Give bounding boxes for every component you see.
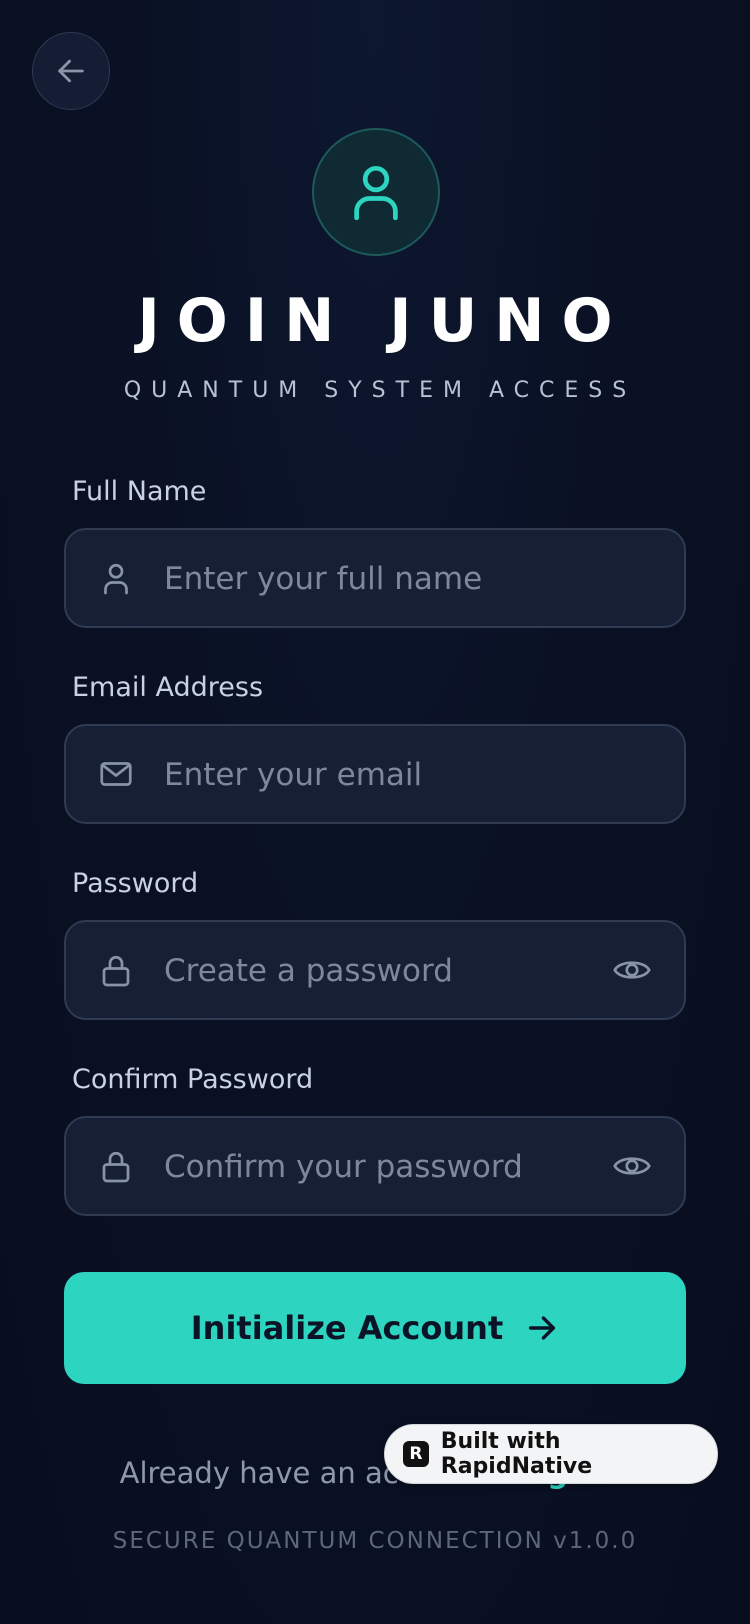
full-name-input[interactable] (162, 530, 606, 628)
lock-icon (102, 955, 130, 987)
confirm-password-field[interactable] (64, 1116, 686, 1216)
page-title: JOIN JUNO (137, 286, 630, 356)
user-icon (354, 165, 398, 220)
full-name-label: Full Name (72, 476, 207, 507)
confirm-password-input[interactable] (162, 1118, 606, 1216)
lock-icon (102, 1151, 130, 1183)
email-input[interactable] (162, 726, 606, 824)
user-icon (104, 563, 128, 595)
email-label: Email Address (72, 672, 264, 703)
full-name-field[interactable] (64, 528, 686, 628)
back-button[interactable] (32, 32, 110, 110)
rapidnative-logo-icon: R (403, 1441, 429, 1467)
page-subtitle: QUANTUM SYSTEM ACCESS (123, 378, 637, 403)
password-input[interactable] (162, 922, 606, 1020)
mail-icon (100, 762, 132, 786)
badge-label: Built with RapidNative (440, 1429, 593, 1479)
arrow-right-icon (529, 1316, 556, 1340)
avatar (312, 128, 440, 256)
signin-prompt: Already have an acc (119, 1456, 415, 1490)
eye-icon[interactable] (612, 952, 652, 988)
initialize-account-button[interactable]: Initialize Account (64, 1272, 686, 1384)
eye-icon[interactable] (612, 1148, 652, 1184)
email-field[interactable] (64, 724, 686, 824)
version-footer: SECURE QUANTUM CONNECTION v1.0.0 (112, 1528, 638, 1554)
built-with-badge[interactable]: R Built with RapidNative (384, 1424, 718, 1484)
password-field[interactable] (64, 920, 686, 1020)
arrow-left-icon (58, 59, 84, 83)
initialize-account-label: Initialize Account (190, 1309, 504, 1347)
confirm-password-label: Confirm Password (72, 1064, 314, 1095)
password-label: Password (72, 868, 199, 899)
